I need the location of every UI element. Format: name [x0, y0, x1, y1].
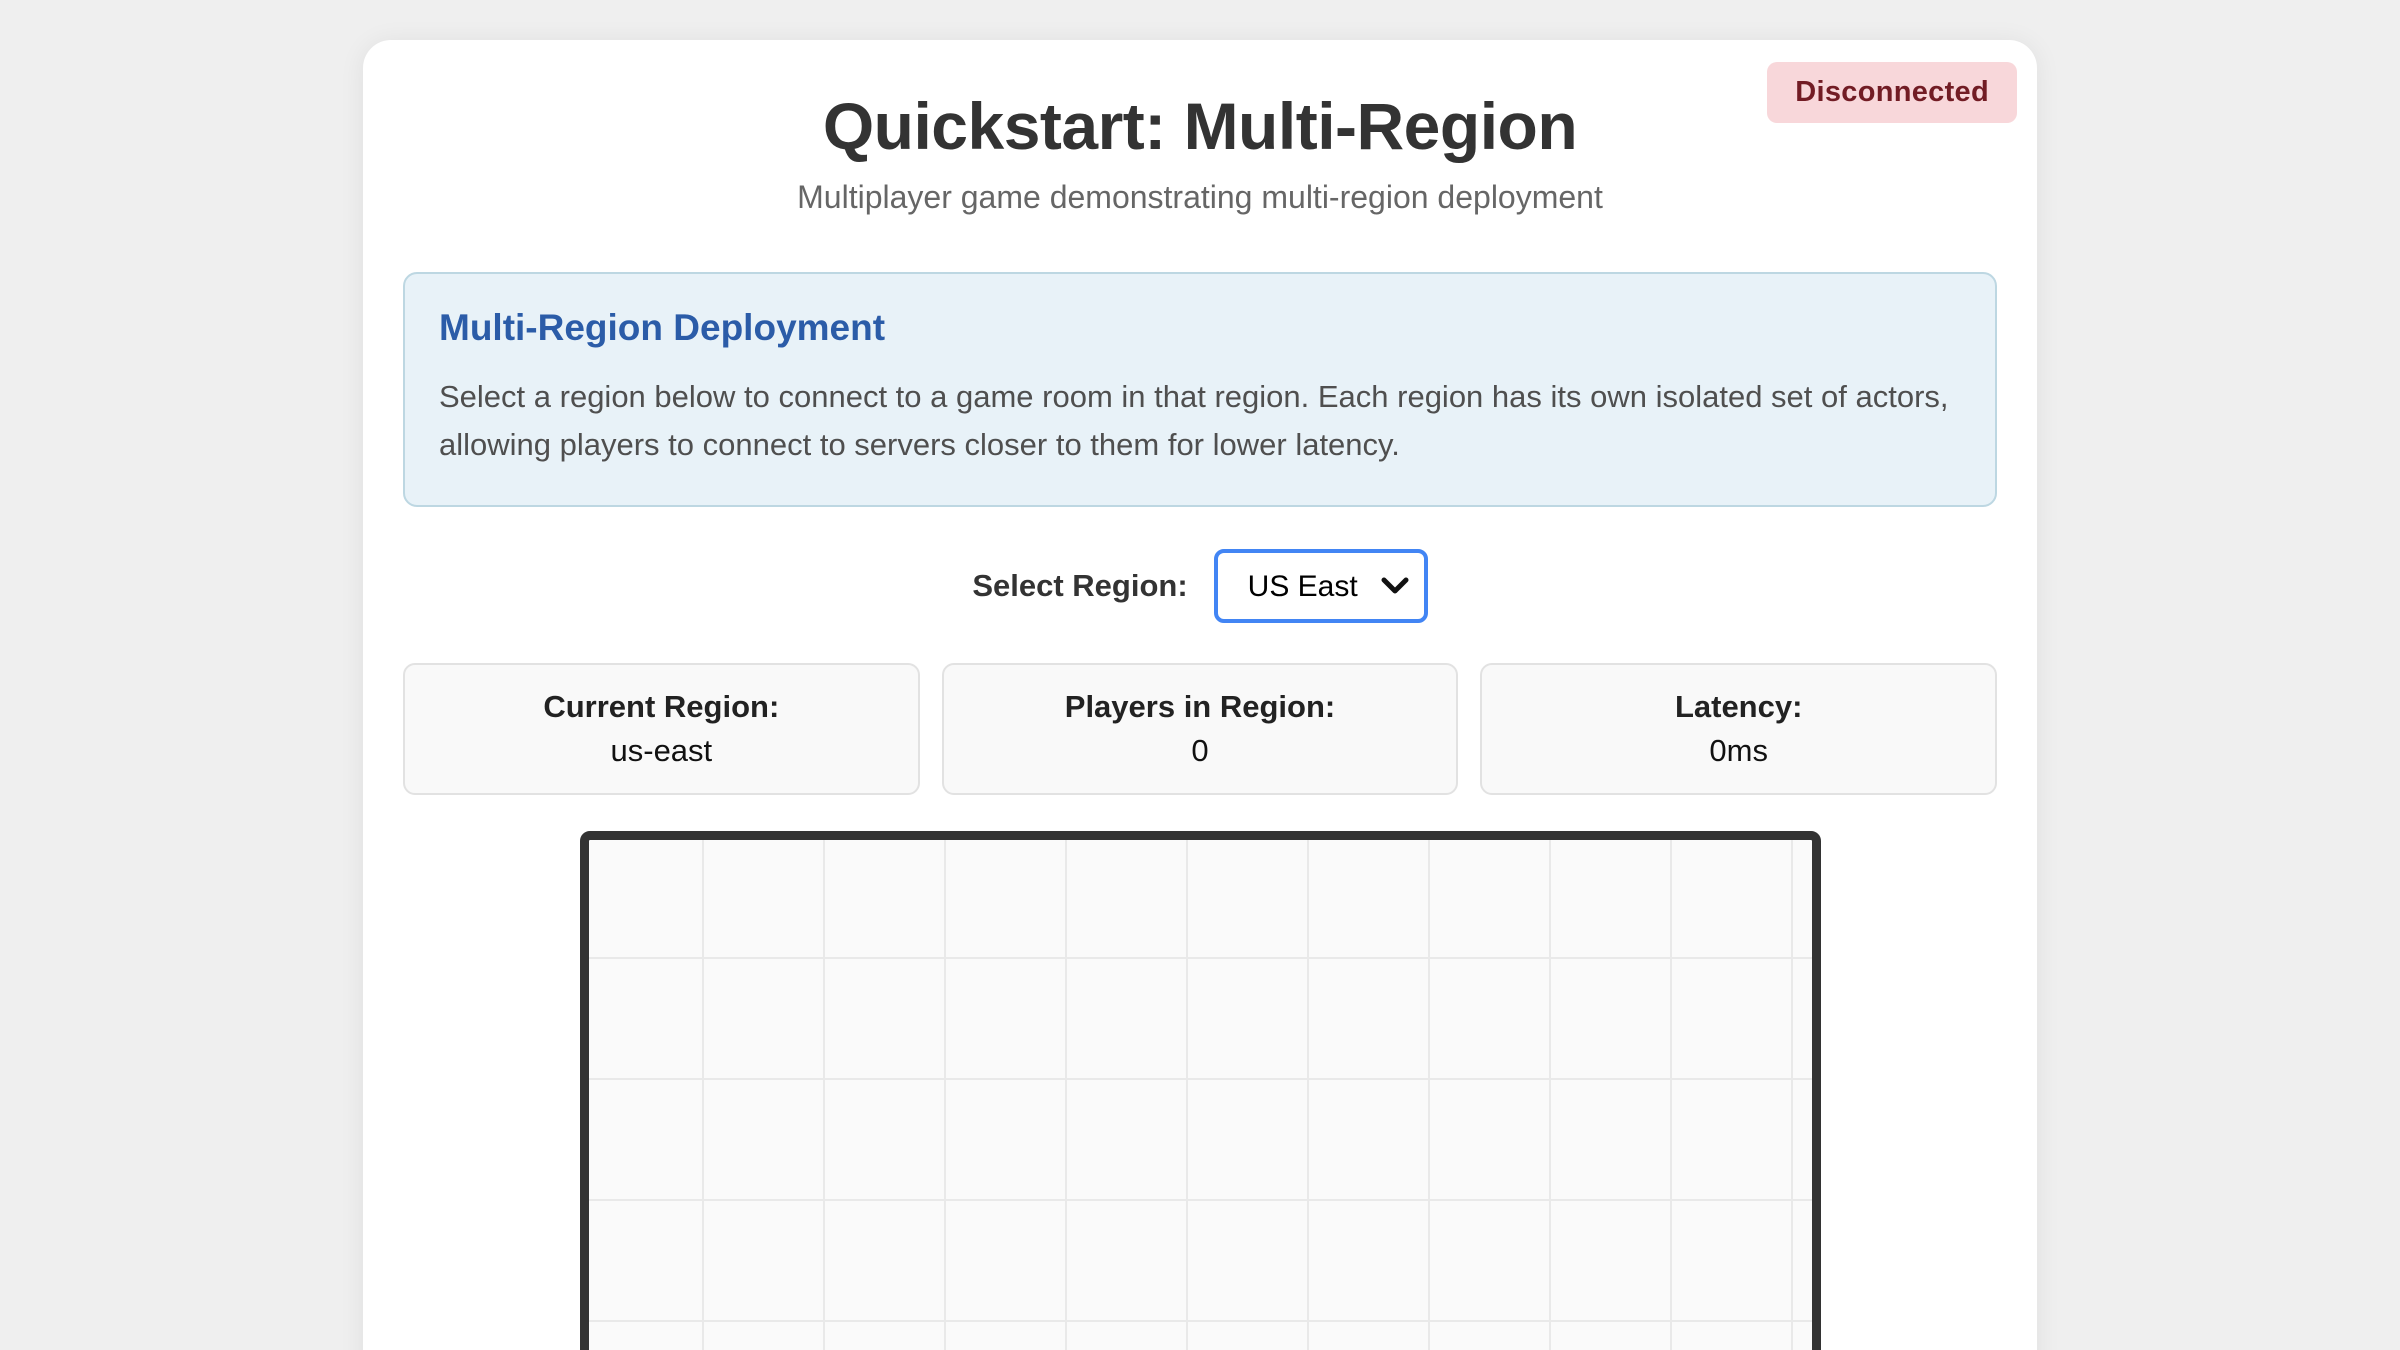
- stat-value: 0ms: [1492, 729, 1985, 773]
- region-select[interactable]: US East: [1214, 549, 1428, 623]
- main-card: Disconnected Quickstart: Multi-Region Mu…: [363, 40, 2037, 1350]
- stat-label: Current Region:: [415, 685, 908, 729]
- game-canvas[interactable]: [580, 831, 1821, 1350]
- page-title: Quickstart: Multi-Region: [403, 88, 1997, 164]
- stat-value: us-east: [415, 729, 908, 773]
- stat-label: Players in Region:: [954, 685, 1447, 729]
- game-board-wrap: [403, 831, 1997, 1350]
- info-box-heading: Multi-Region Deployment: [439, 306, 1961, 349]
- region-selector-row: Select Region: US East: [403, 549, 1997, 623]
- stat-latency: Latency: 0ms: [1480, 663, 1997, 795]
- page-subtitle: Multiplayer game demonstrating multi-reg…: [403, 178, 1997, 216]
- status-badge: Disconnected: [1767, 62, 2017, 123]
- info-box: Multi-Region Deployment Select a region …: [403, 272, 1997, 507]
- info-box-body: Select a region below to connect to a ga…: [439, 373, 1961, 469]
- region-select-wrap: US East: [1214, 549, 1428, 623]
- stat-current-region: Current Region: us-east: [403, 663, 920, 795]
- region-select-label: Select Region:: [972, 568, 1187, 604]
- stat-value: 0: [954, 729, 1447, 773]
- stat-label: Latency:: [1492, 685, 1985, 729]
- stats-row: Current Region: us-east Players in Regio…: [403, 663, 1997, 795]
- stat-players-in-region: Players in Region: 0: [942, 663, 1459, 795]
